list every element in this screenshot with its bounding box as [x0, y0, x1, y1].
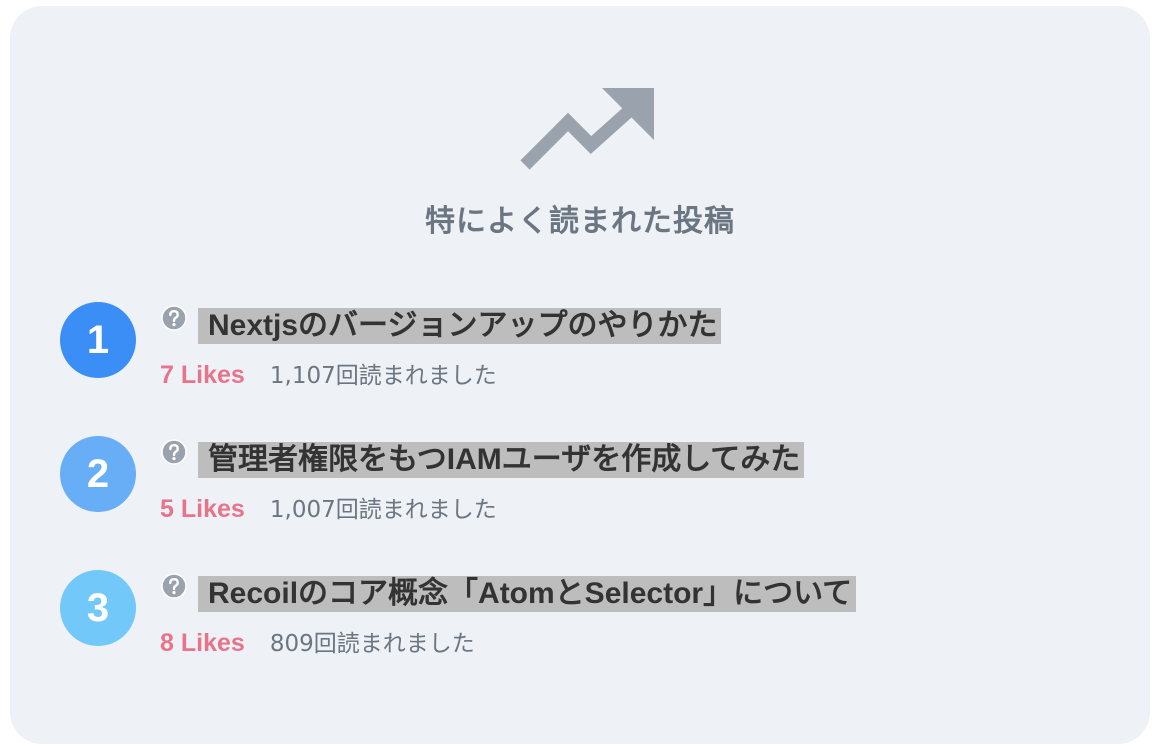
- list-item: 2 管理者権限をもつIAMユーザを作成してみた 5 Likes 1,007回読ま…: [60, 436, 1120, 546]
- question-mark-icon: [161, 573, 187, 599]
- post-meta: 5 Likes 1,007回読まれました: [160, 494, 497, 524]
- post-title-link[interactable]: Recoilのコア概念「AtomとSelector」について: [198, 576, 857, 612]
- rank-badge: 2: [60, 436, 136, 512]
- likes-count: 8 Likes: [160, 629, 245, 657]
- rank-badge: 1: [60, 302, 136, 378]
- post-title-link[interactable]: Nextjsのバージョンアップのやりかた: [198, 308, 722, 344]
- likes-count: 5 Likes: [160, 495, 245, 523]
- post-meta: 8 Likes 809回読まれました: [160, 628, 475, 658]
- post-meta: 7 Likes 1,107回読まれました: [160, 360, 497, 390]
- post-title-link[interactable]: 管理者権限をもつIAMユーザを作成してみた: [198, 442, 805, 478]
- rank-badge: 3: [60, 570, 136, 646]
- read-count: 1,107回読まれました: [269, 363, 497, 389]
- read-count: 1,007回読まれました: [269, 497, 497, 523]
- list-item: 1 Nextjsのバージョンアップのやりかた 7 Likes 1,107回読まれ…: [60, 302, 1120, 412]
- likes-count: 7 Likes: [160, 361, 245, 389]
- trending-up-icon: [520, 88, 654, 170]
- question-mark-icon: [161, 305, 187, 331]
- question-mark-icon: [161, 439, 187, 465]
- section-heading: 特によく読まれた投稿: [425, 204, 735, 239]
- read-count: 809回読まれました: [269, 631, 475, 657]
- list-item: 3 Recoilのコア概念「AtomとSelector」について 8 Likes…: [60, 570, 1120, 680]
